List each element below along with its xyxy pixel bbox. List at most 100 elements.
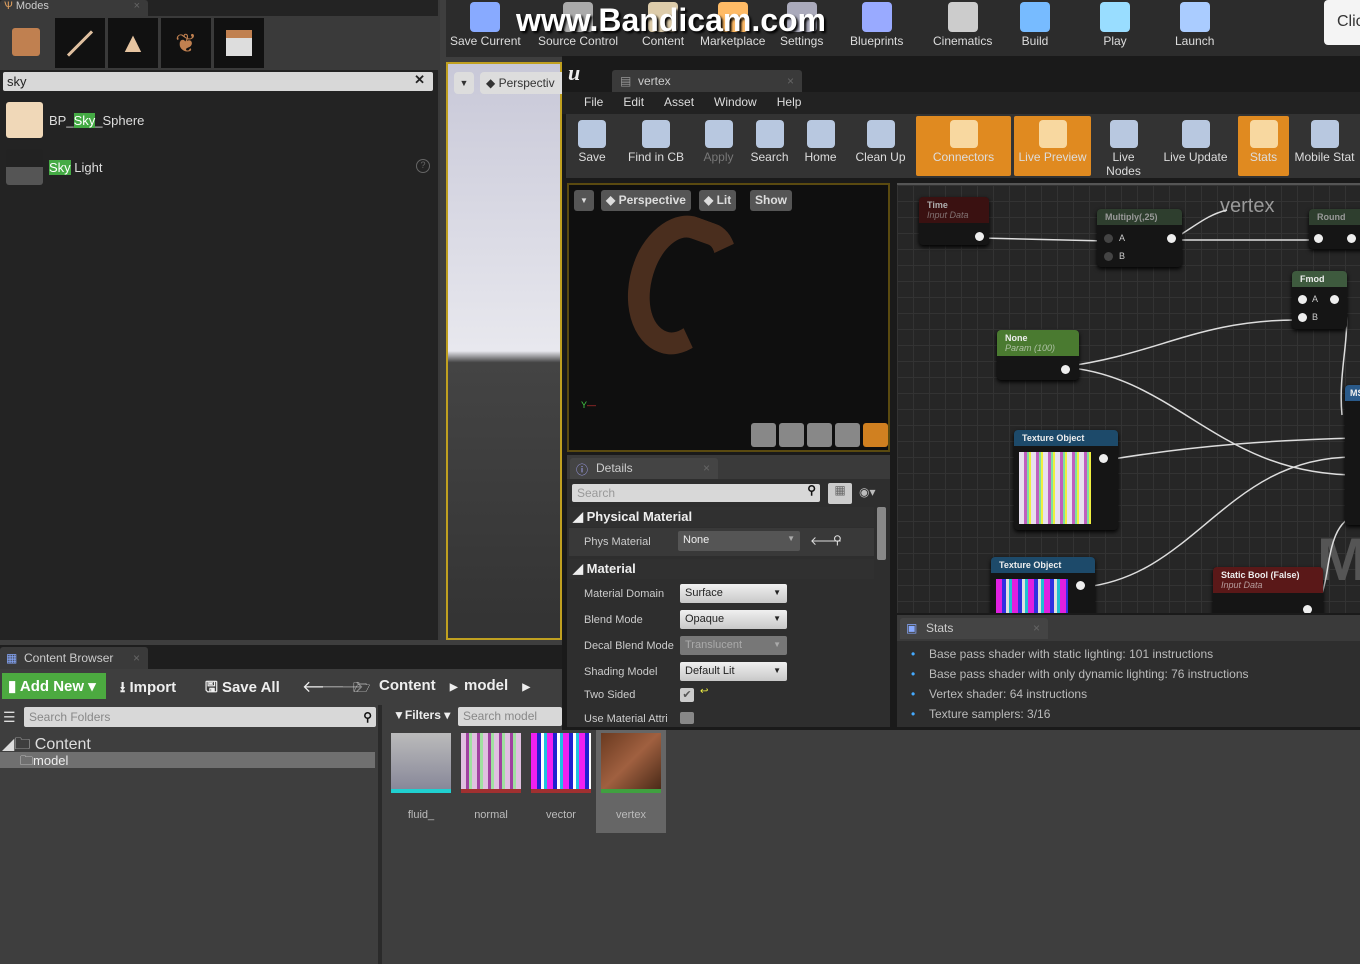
toolbar-play-button[interactable]: Play xyxy=(1100,2,1130,48)
toolbar-save-button[interactable]: Save xyxy=(566,116,618,176)
lit-button[interactable]: ◆ Lit xyxy=(699,190,737,211)
reset-to-default-icon[interactable]: ↩ xyxy=(700,686,708,697)
clear-search-icon[interactable]: ✕ xyxy=(414,72,425,88)
material-graph[interactable]: vertex M TimeInput Data Multiply(,25)AB … xyxy=(897,183,1360,613)
tab-modes[interactable]: Ѱ Modes × xyxy=(0,0,148,16)
toolbar-connectors-button[interactable]: Connectors xyxy=(916,116,1011,176)
tab-vertex[interactable]: ▤ vertex × xyxy=(612,70,802,92)
use-material-attributes-checkbox[interactable] xyxy=(680,712,694,724)
details-search-input[interactable]: Search ⚲ xyxy=(572,483,820,502)
node-none-param[interactable]: None Param (100) xyxy=(997,330,1079,380)
menu-help[interactable]: Help xyxy=(767,92,812,114)
asset-thumbnail-fluid[interactable] xyxy=(391,733,451,793)
browse-icon[interactable]: ⚲ xyxy=(833,533,842,547)
import-button[interactable]: ⭳ Import xyxy=(120,677,176,702)
toolbar-build-button[interactable]: Build xyxy=(1020,2,1050,48)
asset-label[interactable]: vector xyxy=(526,809,596,821)
toolbar-mobile-stat-button[interactable]: Mobile Stat xyxy=(1292,116,1357,176)
property-combo[interactable]: Surface xyxy=(680,584,787,603)
viewport-options-button[interactable]: ▼ xyxy=(454,72,474,94)
menu-edit[interactable]: Edit xyxy=(613,92,654,114)
preview-viewport[interactable]: ▼ ◆ Perspective ◆ Lit Show Y— xyxy=(567,183,890,452)
tab-details[interactable]: ⓘ Details × xyxy=(570,458,718,479)
toolbar-clean-up-button[interactable]: Clean Up xyxy=(848,116,913,176)
cube-icon[interactable] xyxy=(835,423,860,447)
filters-button[interactable]: ▼Filters ▾ xyxy=(393,708,450,722)
level-viewport[interactable]: ▼ ◆ Perspectiv xyxy=(446,62,570,640)
perspective-button[interactable]: ◆ Perspective xyxy=(601,190,691,211)
tab-content-browser[interactable]: ▦ Content Browser × xyxy=(0,647,148,669)
property-combo[interactable]: Translucent xyxy=(680,636,787,655)
add-new-button[interactable]: ▮ Add New ▾ xyxy=(2,673,106,699)
blueprints-icon xyxy=(861,2,892,32)
wire xyxy=(1061,319,1298,368)
asset-thumbnail-vertex[interactable] xyxy=(601,733,661,793)
asset-thumbnail-normal[interactable] xyxy=(461,733,521,793)
toolbar-home-button[interactable]: Home xyxy=(796,116,845,176)
save-all-button[interactable]: 🖫 Save All xyxy=(205,677,280,702)
node-time[interactable]: Time Input Data xyxy=(919,197,989,245)
toolbar-cinematics-button[interactable]: Cinematics xyxy=(933,2,992,48)
breadcrumb-model[interactable]: model ▶ xyxy=(464,677,530,694)
toolbar-apply-button[interactable]: Apply xyxy=(694,116,743,176)
node-multiply[interactable]: Multiply(,25) A B xyxy=(1097,209,1182,267)
menu-asset[interactable]: Asset xyxy=(654,92,704,114)
tab-stats[interactable]: ▣ Stats × xyxy=(900,618,1048,639)
landscape-mode-icon[interactable]: ▲ xyxy=(108,18,158,68)
toolbar-save-current-button[interactable]: Save Current xyxy=(450,2,521,48)
preview-options-button[interactable]: ▼ xyxy=(574,190,594,211)
section-physical-material[interactable]: ◢ Physical Material xyxy=(569,507,874,527)
asset-label[interactable]: vertex xyxy=(596,809,666,821)
node-material-result[interactable]: MS xyxy=(1345,385,1360,525)
geometry-mode-icon[interactable] xyxy=(214,18,264,68)
breadcrumb-content[interactable]: Content ▶ xyxy=(379,677,458,694)
phys-material-combo[interactable]: None ▼ xyxy=(678,531,800,551)
asset-thumbnail-vector[interactable] xyxy=(531,733,591,793)
menu-file[interactable]: File xyxy=(574,92,613,114)
node-round[interactable]: Round xyxy=(1309,209,1360,249)
corner-button[interactable]: Clic xyxy=(1324,0,1360,45)
node-fmod[interactable]: Fmod A B xyxy=(1292,271,1347,329)
toolbar-launch-button[interactable]: Launch xyxy=(1175,2,1214,48)
property-combo[interactable]: Default Lit xyxy=(680,662,787,681)
search-assets-input[interactable]: Search model xyxy=(458,707,562,726)
search-folders-input[interactable]: Search Folders ⚲ xyxy=(24,707,376,727)
show-button[interactable]: Show xyxy=(750,190,792,211)
asset-label[interactable]: fluid_ xyxy=(386,809,456,821)
section-material[interactable]: ◢ Material xyxy=(569,559,874,579)
cylinder-icon[interactable] xyxy=(751,423,776,447)
toolbar-search-button[interactable]: Search xyxy=(746,116,793,176)
visibility-eye-icon[interactable]: ◉▾ xyxy=(859,485,876,499)
node-static-bool[interactable]: Static Bool (False) Input Data xyxy=(1213,567,1323,613)
property-combo[interactable]: Opaque xyxy=(680,610,787,629)
foliage-mode-icon[interactable]: ❦ xyxy=(161,18,211,68)
folders-splitter[interactable] xyxy=(378,705,382,964)
connectors-icon xyxy=(949,120,978,148)
asset-label[interactable]: normal xyxy=(456,809,526,821)
list-item[interactable]: BP_Sky_Sphere xyxy=(6,102,426,138)
plane-icon[interactable] xyxy=(807,423,832,447)
details-scrollbar[interactable] xyxy=(877,507,886,560)
toolbar-live-nodes-button[interactable]: Live Nodes xyxy=(1094,116,1153,178)
menu-window[interactable]: Window xyxy=(704,92,767,114)
teapot-icon[interactable] xyxy=(863,423,888,447)
list-item[interactable]: Sky Light ? xyxy=(6,149,430,185)
node-texture-object[interactable]: Texture Object xyxy=(991,557,1095,613)
toolbar-find-in-cb-button[interactable]: Find in CB xyxy=(621,116,691,176)
material-editor-window: u ▤ vertex × File Edit Asset Window Help Save F… xyxy=(562,56,1360,730)
paint-mode-icon[interactable] xyxy=(55,18,105,68)
toolbar-blueprints-button[interactable]: Blueprints xyxy=(850,2,903,48)
help-icon[interactable]: ? xyxy=(416,159,430,173)
property-matrix-button[interactable]: ▦ xyxy=(828,483,852,504)
toolbar-live-update-button[interactable]: Live Update xyxy=(1156,116,1235,176)
place-mode-icon[interactable] xyxy=(2,18,52,68)
node-texture-object[interactable]: Texture Object xyxy=(1014,430,1118,530)
perspective-button[interactable]: ◆ Perspectiv xyxy=(480,72,570,94)
toolbar-stats-button[interactable]: Stats xyxy=(1238,116,1289,176)
toolbar-live-preview-button[interactable]: Live Preview xyxy=(1014,116,1091,176)
tree-model[interactable]: 🗀model xyxy=(0,752,375,768)
two-sided-checkbox[interactable]: ✔ xyxy=(680,688,694,702)
sources-toggle-icon[interactable]: ☰ xyxy=(3,709,16,726)
sphere-icon[interactable] xyxy=(779,423,804,447)
modes-search-input[interactable]: sky ✕ xyxy=(3,72,433,91)
